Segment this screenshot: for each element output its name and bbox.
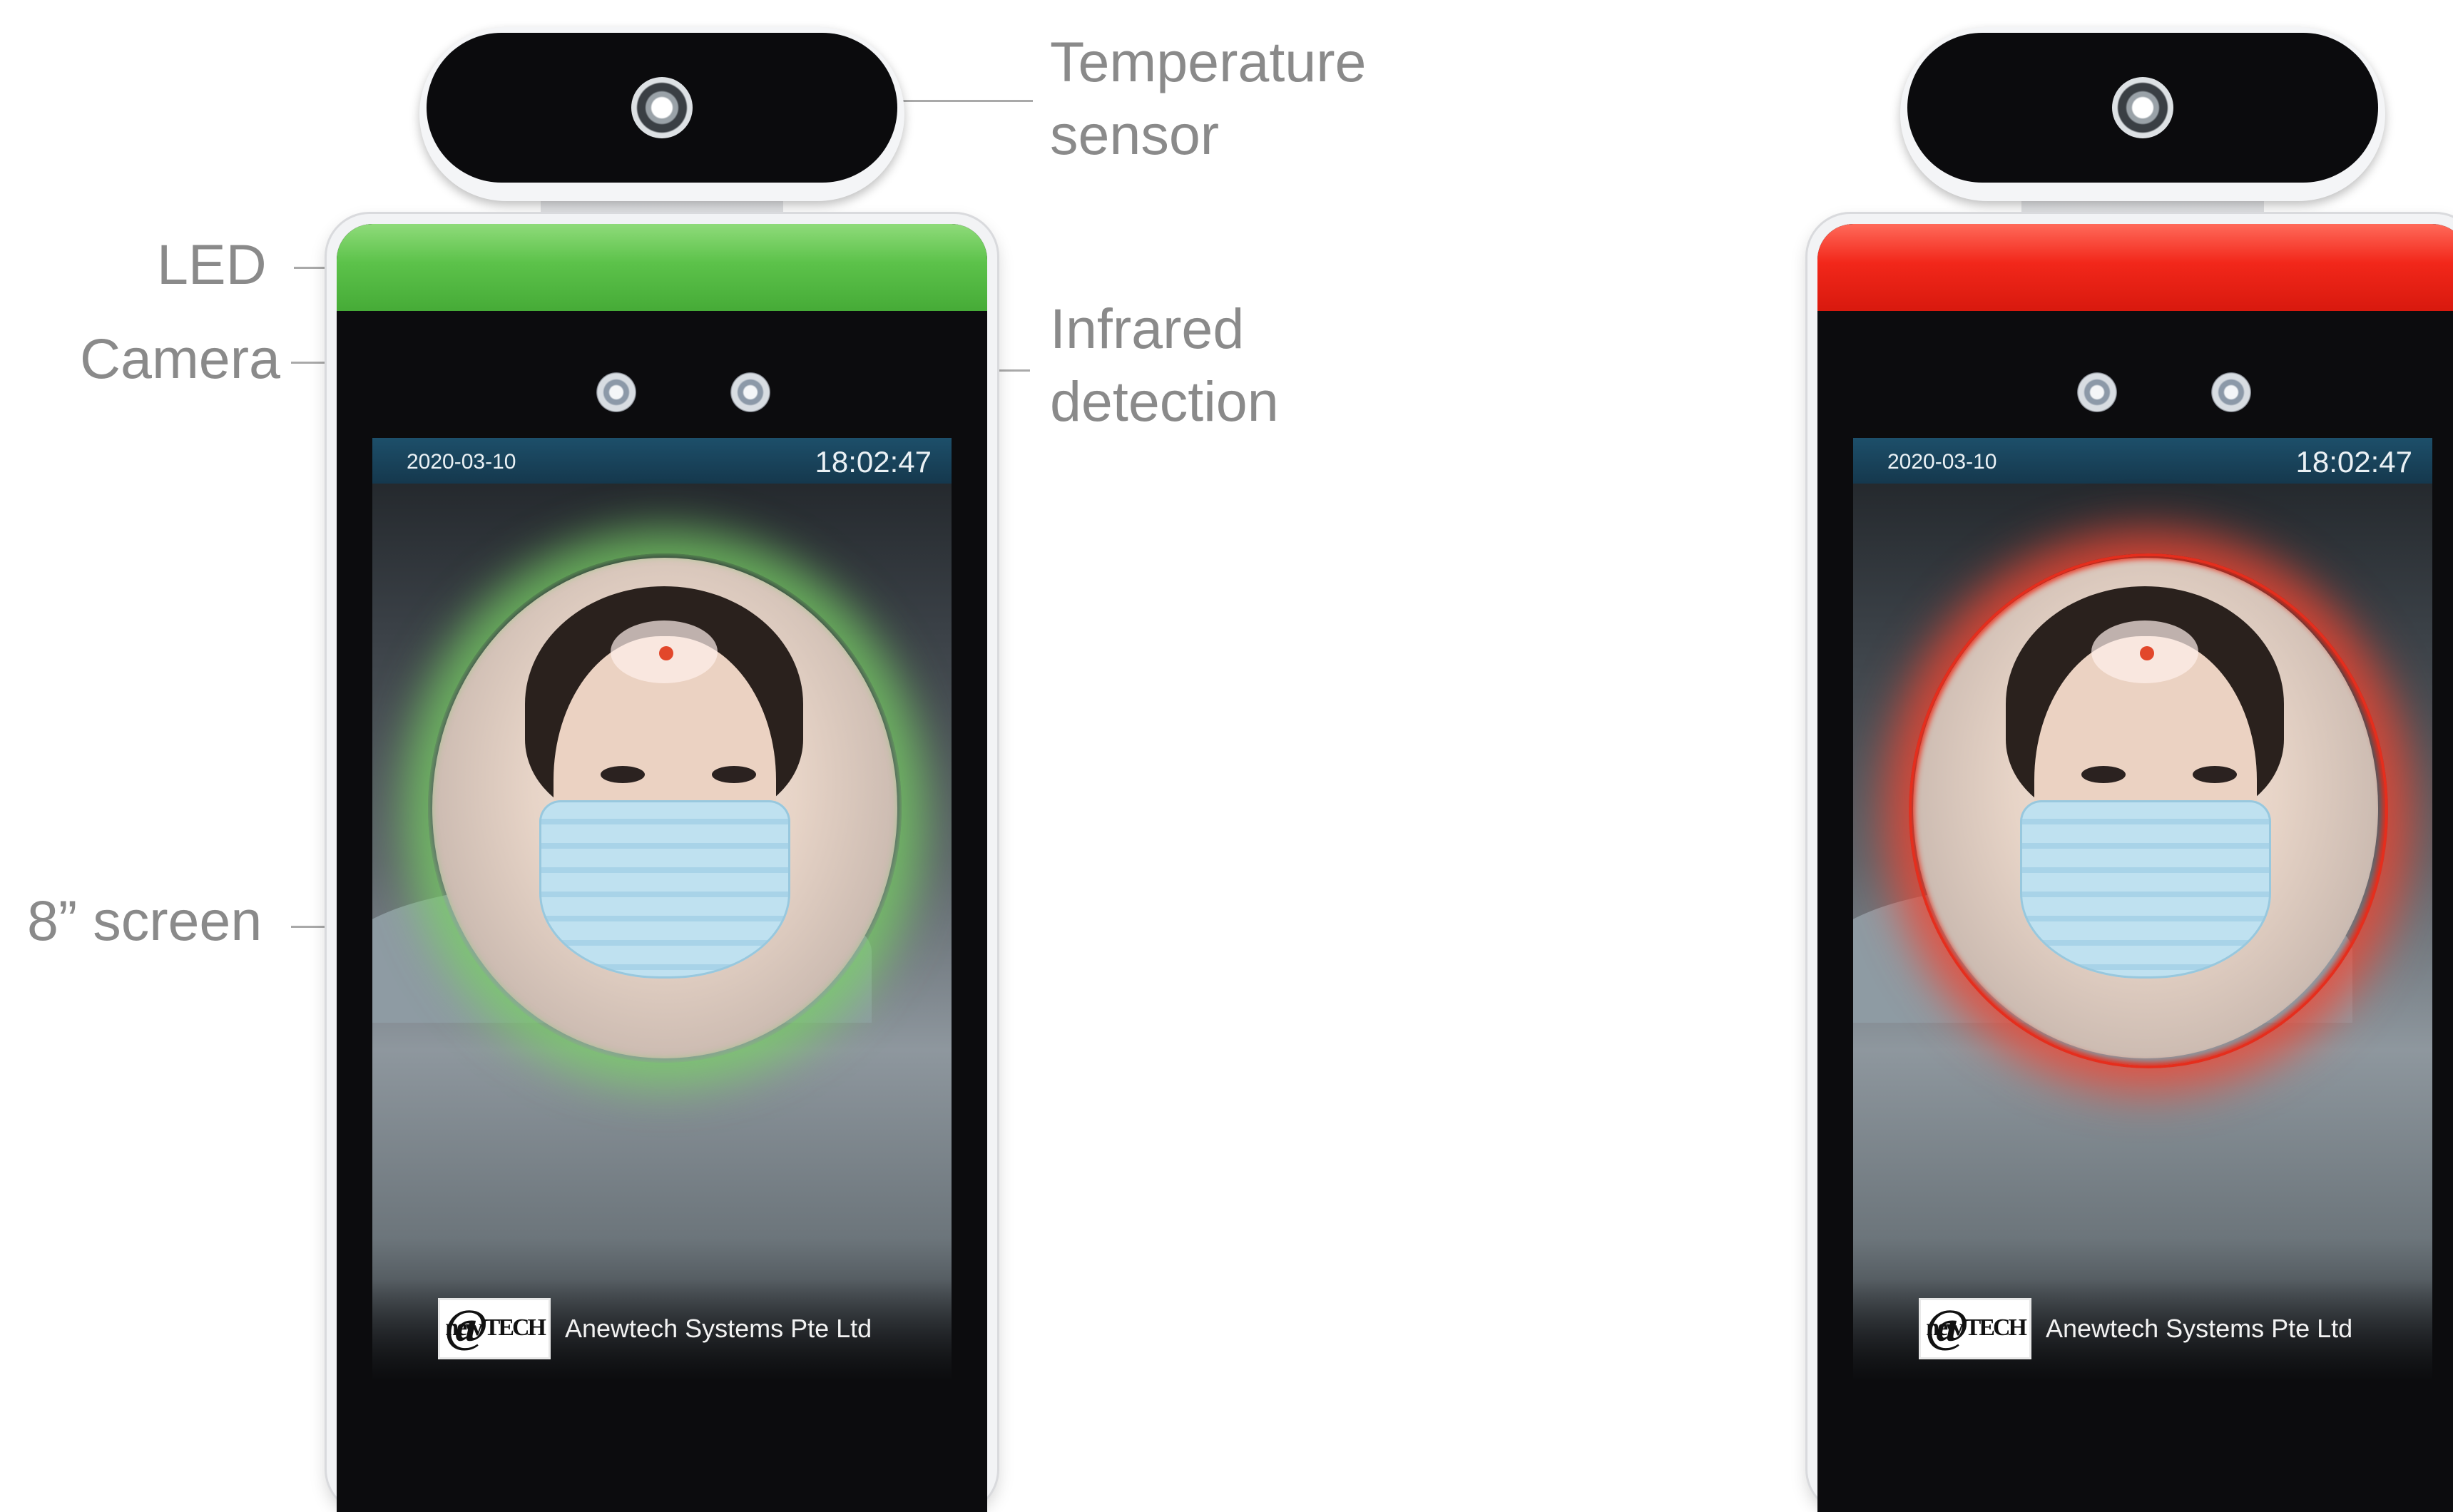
anewtech-logo: @ new TECH — [1919, 1298, 2031, 1359]
screen-status-bar: 2020-03-10 18:02:47 — [372, 438, 952, 484]
device-body: 2020-03-10 18:02:47 @ new TECH Anewtech … — [1807, 214, 2453, 1512]
temperature-sensor — [1900, 27, 2385, 201]
camera-label: Camera — [80, 327, 280, 390]
temperature-sensor-housing — [427, 33, 897, 183]
infrared-lens-icon — [730, 372, 770, 412]
brand-name: Anewtech Systems Pte Ltd — [2046, 1314, 2353, 1343]
led-label: LED — [157, 233, 267, 296]
temperature-sensor — [419, 27, 904, 201]
kiosk-device-alert: 2020-03-10 18:02:47 @ new TECH Anewtech … — [1807, 0, 2453, 1512]
temperature-sensor-lens-icon — [631, 77, 693, 138]
kiosk-device-normal: 2020-03-10 18:02:47 @ new TECH Anewtech … — [327, 0, 997, 1512]
infrared-detection-label-line1: Infrared — [1050, 297, 1245, 360]
screen-time: 18:02:47 — [815, 445, 932, 479]
led-bar — [1817, 224, 2453, 311]
screen-date: 2020-03-10 — [1887, 450, 1997, 474]
face-ring-green — [428, 553, 902, 1063]
infrared-detection-label-line2: detection — [1050, 369, 1279, 433]
device-face: 2020-03-10 18:02:47 @ new TECH Anewtech … — [1817, 224, 2453, 1512]
device-screen: 2020-03-10 18:02:47 @ new TECH Anewtech … — [1853, 438, 2432, 1379]
temperature-sensor-label: Temperature sensor — [1050, 26, 1367, 171]
temperature-sensor-lens-icon — [2112, 77, 2173, 138]
device-screen: 2020-03-10 18:02:47 @ new TECH Anewtech … — [372, 438, 952, 1379]
camera-lens-icon — [596, 372, 636, 412]
screen-status-bar: 2020-03-10 18:02:47 — [1853, 438, 2432, 484]
camera-lens-icon — [2077, 372, 2117, 412]
infrared-lens-icon — [2211, 372, 2251, 412]
temperature-sensor-label-line2: sensor — [1050, 103, 1220, 166]
brand-name: Anewtech Systems Pte Ltd — [565, 1314, 872, 1343]
screen-date: 2020-03-10 — [407, 450, 516, 474]
led-bar — [337, 224, 987, 311]
temperature-sensor-label-line1: Temperature — [1050, 30, 1367, 93]
screen-time: 18:02:47 — [2295, 445, 2413, 479]
anewtech-logo: @ new TECH — [438, 1298, 551, 1359]
temperature-sensor-housing — [1907, 33, 2378, 183]
device-body: 2020-03-10 18:02:47 @ new TECH Anewtech … — [327, 214, 997, 1512]
device-face: 2020-03-10 18:02:47 @ new TECH Anewtech … — [337, 224, 987, 1512]
infrared-detection-label: Infrared detection — [1050, 292, 1279, 438]
screen-size-leader — [291, 926, 327, 928]
face-ring-red — [1909, 553, 2388, 1068]
screen-size-label: 8” screen — [27, 889, 262, 952]
